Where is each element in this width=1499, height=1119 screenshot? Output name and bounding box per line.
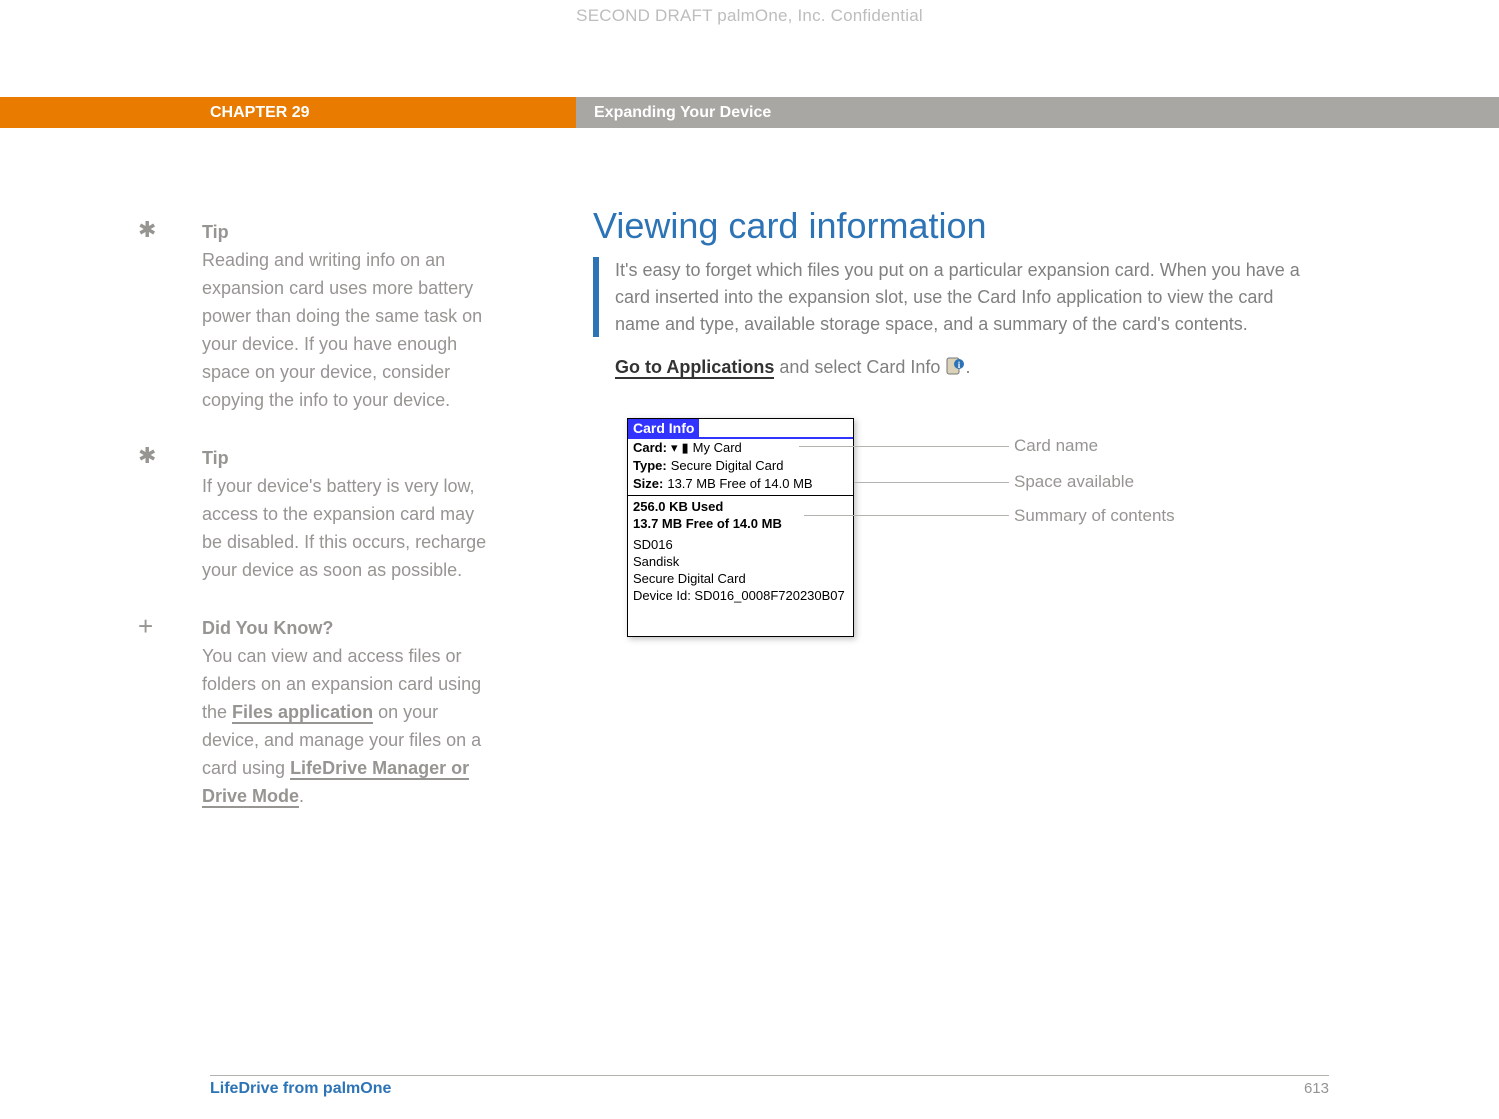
intro-text: It's easy to forget which files you put … bbox=[615, 257, 1313, 338]
chapter-title: Expanding Your Device bbox=[594, 104, 771, 122]
ci-card-label: Card: bbox=[633, 439, 667, 457]
instruction-rest: and select Card Info bbox=[774, 357, 945, 377]
ci-card-row: Card: ▾ ▮ My Card bbox=[628, 439, 853, 457]
sidebar: ✱ Tip Reading and writing info on an exp… bbox=[168, 218, 488, 840]
leader-line bbox=[799, 446, 1009, 447]
ci-title: Card Info bbox=[628, 419, 699, 437]
leader-line bbox=[854, 482, 1009, 483]
ci-details: SD016 Sandisk Secure Digital Card Device… bbox=[633, 536, 848, 604]
page-number: 613 bbox=[1304, 1080, 1329, 1098]
chapter-number-block: CHAPTER 29 bbox=[0, 97, 576, 128]
ci-d3: Secure Digital Card bbox=[633, 570, 848, 587]
asterisk-icon: ✱ bbox=[138, 444, 156, 468]
card-info-figure: Card Info Card: ▾ ▮ My Card Type: Secure… bbox=[627, 418, 1114, 637]
intro-accent-bar bbox=[593, 257, 599, 337]
tip-label: Tip bbox=[202, 218, 488, 246]
footer-rule bbox=[210, 1075, 1329, 1076]
callout-card-name: Card name bbox=[1014, 436, 1098, 456]
tip-text: Reading and writing info on an expansion… bbox=[202, 250, 482, 410]
ci-titlebar: Card Info bbox=[628, 419, 853, 439]
tip-text: If your device's battery is very low, ac… bbox=[202, 476, 486, 580]
instruction-line: Go to Applications and select Card Info … bbox=[615, 356, 1313, 378]
leader-line bbox=[804, 515, 1009, 516]
dyk-text-post: . bbox=[299, 786, 304, 806]
tip-label: Tip bbox=[202, 444, 488, 472]
card-icon-small: ▮ bbox=[681, 439, 688, 457]
dyk-label: Did You Know? bbox=[202, 614, 488, 642]
ci-type-value: Secure Digital Card bbox=[671, 457, 784, 475]
ci-d1: SD016 bbox=[633, 536, 848, 553]
page-heading: Viewing card information bbox=[593, 205, 1313, 247]
footer: LifeDrive from palmOne 613 bbox=[210, 1080, 1329, 1098]
did-you-know: + Did You Know? You can view and access … bbox=[168, 614, 488, 810]
footer-product: LifeDrive from palmOne bbox=[210, 1080, 391, 1098]
intro-block: It's easy to forget which files you put … bbox=[593, 257, 1313, 338]
chapter-number: CHAPTER 29 bbox=[210, 104, 310, 122]
ci-card-value: My Card bbox=[693, 439, 742, 457]
main-content: Viewing card information It's easy to fo… bbox=[593, 205, 1313, 406]
callout-summary: Summary of contents bbox=[1014, 506, 1175, 526]
tip-2: ✱ Tip If your device's battery is very l… bbox=[168, 444, 488, 584]
ci-size-label: Size: bbox=[633, 475, 663, 493]
callout-space-available: Space available bbox=[1014, 472, 1134, 492]
ci-size-row: Size: 13.7 MB Free of 14.0 MB bbox=[628, 475, 853, 493]
instruction-end: . bbox=[965, 357, 970, 377]
ci-used: 256.0 KB Used bbox=[633, 498, 848, 515]
dropdown-icon: ▾ bbox=[671, 439, 678, 457]
ci-size-value: 13.7 MB Free of 14.0 MB bbox=[667, 475, 812, 493]
go-to-applications-link[interactable]: Go to Applications bbox=[615, 357, 774, 379]
ci-free: 13.7 MB Free of 14.0 MB bbox=[633, 515, 848, 532]
ci-type-label: Type: bbox=[633, 457, 667, 475]
chapter-header: CHAPTER 29 Expanding Your Device bbox=[0, 97, 1499, 128]
asterisk-icon: ✱ bbox=[138, 218, 156, 242]
card-info-screenshot: Card Info Card: ▾ ▮ My Card Type: Secure… bbox=[627, 418, 854, 637]
files-application-link[interactable]: Files application bbox=[232, 702, 373, 724]
ci-summary-block: 256.0 KB Used 13.7 MB Free of 14.0 MB SD… bbox=[628, 496, 853, 606]
plus-icon: + bbox=[138, 614, 153, 638]
confidential-watermark: SECOND DRAFT palmOne, Inc. Confidential bbox=[0, 6, 1499, 26]
card-info-app-icon: i bbox=[945, 356, 965, 376]
ci-type-row: Type: Secure Digital Card bbox=[628, 457, 853, 475]
callouts: Card name Space available Summary of con… bbox=[854, 418, 1114, 637]
tip-1: ✱ Tip Reading and writing info on an exp… bbox=[168, 218, 488, 414]
ci-d4: Device Id: SD016_0008F720230B07 bbox=[633, 587, 848, 604]
chapter-title-block: Expanding Your Device bbox=[576, 97, 1499, 128]
ci-d2: Sandisk bbox=[633, 553, 848, 570]
